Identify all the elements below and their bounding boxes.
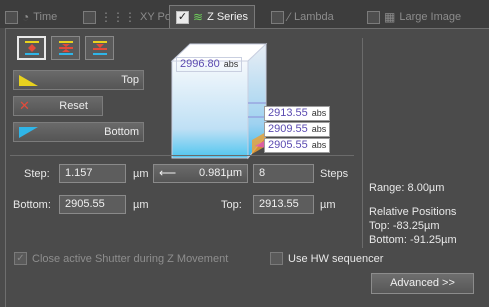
hw-sequencer-checkbox[interactable]: Use HW sequencer (270, 252, 383, 265)
close-shutter-label: Close active Shutter during Z Movement (32, 252, 229, 265)
lambda-icon: ⁄ (288, 10, 291, 24)
step-label: Step: (24, 168, 50, 180)
clock-icon: ◔ (22, 10, 30, 24)
bottom-unit: µm (133, 199, 149, 211)
relative-bottom: Bottom: -91.25µm (369, 234, 457, 246)
tab-xy-pos-checkbox[interactable] (83, 10, 96, 24)
tab-time-checkbox[interactable] (5, 10, 18, 24)
step-input[interactable]: 1.157 (59, 164, 126, 183)
tab-label: Time (33, 11, 58, 23)
cube-position-bottom: 2905.55 abs (264, 138, 331, 153)
bottom-input[interactable]: 2905.55 (59, 195, 126, 214)
tab-large-image[interactable]: ▦ Large Image (367, 6, 461, 28)
tab-lambda-checkbox[interactable] (271, 10, 284, 24)
reset-button[interactable]: ✕ Reset (13, 96, 103, 116)
tab-lambda[interactable]: ⁄ Lambda (271, 6, 334, 28)
bottom-marker-icon (19, 127, 38, 138)
tab-xy-pos[interactable]: ⋮⋮⋮ XY Pos (83, 6, 177, 28)
reset-label: Reset (59, 100, 88, 112)
tab-time[interactable]: ◔ Time (5, 6, 57, 28)
bottom-label: Bottom: (13, 199, 51, 211)
relative-top: Top: -83.25µm (369, 220, 440, 232)
top-marker-icon (19, 75, 38, 86)
z-stack-icon: ≋ (193, 10, 204, 24)
advanced-button[interactable]: Advanced >> (371, 273, 474, 294)
z-range-cube: 2996.80 abs 2913.55 abs 2909.55 abs 2905.55… (160, 36, 360, 166)
range-info: Range: 8.00µm (369, 182, 445, 194)
mode-top-bottom-button[interactable] (17, 36, 46, 60)
step-unit: µm (133, 168, 149, 180)
tab-z-series[interactable]: ✓ ≋ Z Series (169, 5, 256, 28)
cube-top-value: 2996.80 abs (176, 57, 243, 72)
tab-label: Large Image (399, 11, 462, 23)
symmetric-mode-icon (58, 41, 73, 55)
steps-label: Steps (320, 168, 349, 180)
vertical-divider (362, 38, 363, 248)
horizontal-divider (10, 155, 354, 156)
mode-asymmetric-button[interactable] (85, 36, 114, 60)
large-image-icon: ▦ (384, 10, 396, 24)
arrow-left-icon: ⟵ (159, 166, 177, 180)
top-bottom-mode-icon (24, 41, 39, 55)
cube-position-top: 2913.55 abs (264, 106, 331, 121)
tab-label: Z Series (207, 11, 249, 23)
set-top-button[interactable]: Top (13, 70, 144, 90)
mode-symmetric-button[interactable] (51, 36, 80, 60)
tab-z-series-checkbox[interactable]: ✓ (176, 10, 189, 24)
close-icon: ✕ (19, 98, 30, 113)
checkbox-box: ✓ (14, 252, 27, 265)
asymmetric-mode-icon (92, 41, 107, 55)
set-bottom-label: Bottom (104, 126, 139, 138)
set-top-label: Top (121, 74, 139, 86)
tab-strip: ◔ Time ⋮⋮⋮ XY Pos ✓ ≋ Z Series ⁄ Lambda … (0, 0, 489, 28)
tab-large-image-checkbox[interactable] (367, 10, 380, 24)
tab-label: Lambda (294, 11, 334, 23)
top-unit: µm (320, 199, 336, 211)
cube-position-mid: 2909.55 abs (264, 122, 331, 137)
relative-positions-heading: Relative Positions (369, 206, 457, 218)
step-calc-value: 0.981µm (198, 167, 242, 179)
checkbox-box (270, 252, 283, 265)
set-bottom-button[interactable]: Bottom (13, 122, 144, 142)
grid-icon: ⋮⋮⋮ (100, 10, 136, 24)
step-calc-button[interactable]: ⟵ 0.981µm (153, 164, 248, 183)
top-input[interactable]: 2913.55 (253, 195, 314, 214)
hw-sequencer-label: Use HW sequencer (288, 252, 384, 265)
close-shutter-checkbox[interactable]: ✓ Close active Shutter during Z Movement (14, 252, 228, 265)
top-label: Top: (221, 199, 242, 211)
steps-input[interactable]: 8 (253, 164, 314, 183)
